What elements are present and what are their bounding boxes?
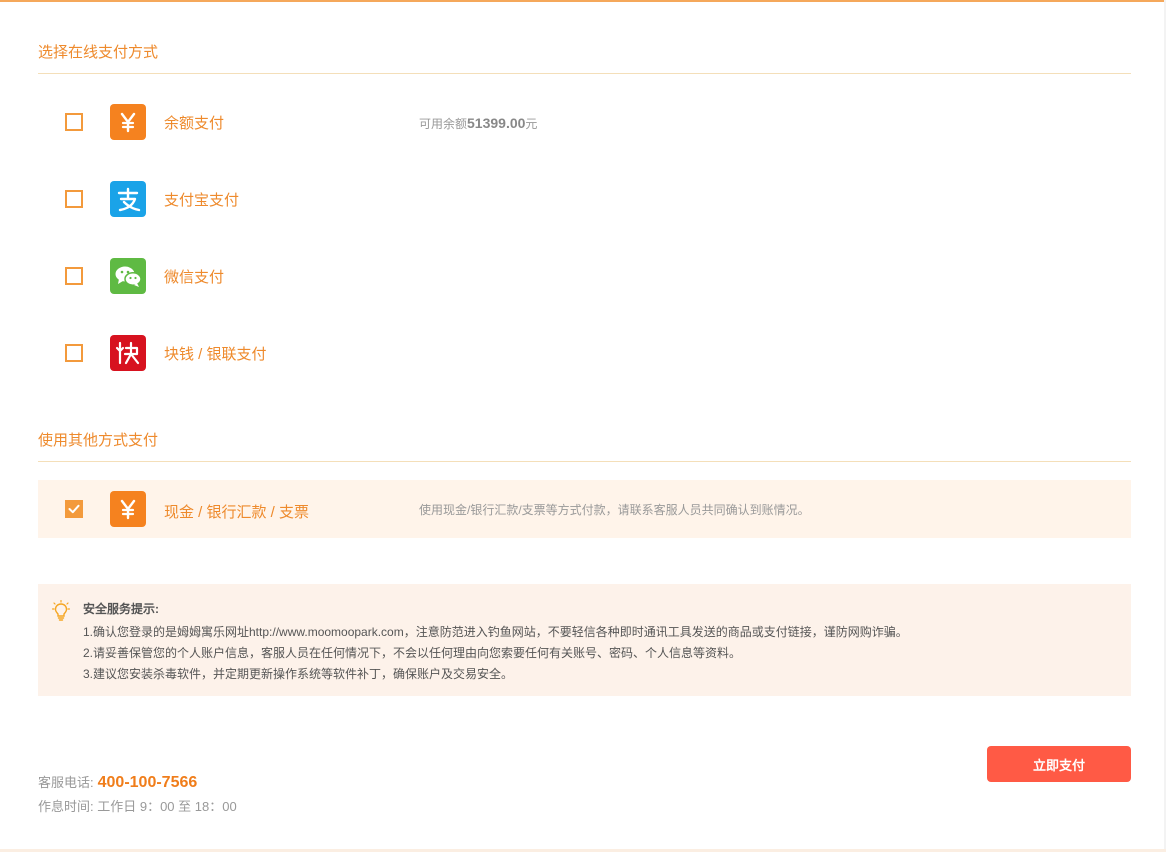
wechat-icon	[110, 258, 146, 294]
balance-amount: 51399.00	[467, 115, 526, 131]
payment-option-alipay[interactable]: 支付宝支付	[38, 170, 1131, 228]
balance-label: 余额支付	[164, 115, 225, 132]
checkmark-icon	[68, 504, 80, 514]
kuaiqian-icon	[110, 335, 146, 371]
security-notice: 安全服务提示: 1.确认您登录的是姆姆寓乐网址http://www.moomoo…	[38, 584, 1131, 696]
phone-label: 客服电话:	[38, 775, 94, 790]
online-payment-divider	[38, 73, 1131, 74]
yen-icon	[110, 491, 146, 527]
yen-icon	[110, 104, 146, 140]
notice-line-1: 1.确认您登录的是姆姆寓乐网址http://www.moomoopark.com…	[83, 625, 908, 639]
working-hours: 作息时间: 工作日 9：00 至 18：00	[38, 799, 237, 814]
notice-line-3: 3.建议您安装杀毒软件，并定期更新操作系统等软件补丁，确保账户及交易安全。	[83, 667, 514, 681]
notice-line-2: 2.请妥善保管您的个人账户信息，客服人员在任何情况下，不会以任何理由向您索要任何…	[83, 646, 742, 660]
alipay-label: 支付宝支付	[164, 192, 240, 209]
alipay-checkbox[interactable]	[65, 190, 83, 208]
wechat-label: 微信支付	[164, 269, 225, 286]
wechat-checkbox[interactable]	[65, 267, 83, 285]
kuaiqian-label: 块钱 / 银联支付	[164, 346, 267, 363]
offline-note: 使用现金/银行汇款/支票等方式付款，请联系客服人员共同确认到账情况。	[419, 503, 810, 517]
payment-option-wechat[interactable]: 微信支付	[38, 247, 1131, 305]
alipay-icon	[110, 181, 146, 217]
balance-available: 可用余额51399.00元	[419, 115, 537, 132]
other-payment-title: 使用其他方式支付	[38, 432, 159, 449]
other-payment-divider	[38, 461, 1131, 462]
offline-label: 现金 / 银行汇款 / 支票	[164, 504, 310, 521]
balance-note-suffix: 元	[525, 117, 538, 131]
top-border	[0, 0, 1166, 3]
balance-checkbox[interactable]	[65, 113, 83, 131]
notice-title: 安全服务提示:	[83, 602, 159, 616]
payment-option-offline[interactable]: 现金 / 银行汇款 / 支票 使用现金/银行汇款/支票等方式付款，请联系客服人员…	[38, 480, 1131, 538]
kuaiqian-checkbox[interactable]	[65, 344, 83, 362]
payment-option-kuaiqian[interactable]: 块钱 / 银联支付	[38, 324, 1131, 382]
lightbulb-icon	[52, 600, 70, 621]
offline-checkbox[interactable]	[65, 500, 83, 518]
customer-service-phone: 客服电话: 400-100-7566	[38, 772, 197, 792]
online-payment-title: 选择在线支付方式	[38, 44, 159, 61]
pay-now-button[interactable]: 立即支付	[987, 746, 1131, 782]
payment-option-balance[interactable]: 余额支付 可用余额51399.00元	[38, 93, 1131, 151]
balance-note-prefix: 可用余额	[419, 117, 468, 131]
phone-number: 400-100-7566	[97, 774, 198, 791]
